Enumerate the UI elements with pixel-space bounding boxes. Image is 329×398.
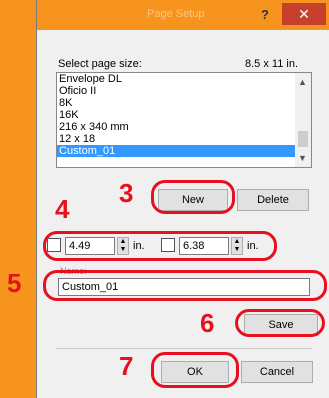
height-stepper[interactable]: ▲ ▼ <box>231 237 243 255</box>
width-stepper[interactable]: ▲ ▼ <box>117 237 129 255</box>
select-page-size-label: Select page size: <box>58 58 142 70</box>
help-icon[interactable]: ? <box>255 5 275 25</box>
list-item[interactable]: Oficio II <box>57 85 295 97</box>
title-bar: Page Setup ? ✕ <box>37 0 329 30</box>
current-size-value: 8.5 x 11 in. <box>245 58 298 70</box>
close-icon[interactable]: ✕ <box>282 3 326 25</box>
height-arrow-icon <box>161 238 175 252</box>
chevron-down-icon[interactable]: ▼ <box>298 153 307 163</box>
width-unit: in. <box>133 240 145 252</box>
callout-6: 6 <box>200 308 215 338</box>
list-item[interactable]: 216 x 340 mm <box>57 121 295 133</box>
list-item[interactable]: 16K <box>57 109 295 121</box>
width-field[interactable]: 4.49 <box>65 237 115 255</box>
cancel-button[interactable]: Cancel <box>241 361 313 383</box>
height-unit: in. <box>247 240 259 252</box>
callout-3: 3 <box>119 178 134 208</box>
scroll-thumb[interactable] <box>298 131 308 147</box>
page-setup-dialog: Page Setup ? ✕ Select page size: 8.5 x 1… <box>7 0 329 398</box>
callout-new-highlight <box>151 180 235 214</box>
callout-name-highlight <box>43 270 327 301</box>
page-size-list[interactable]: Envelope DL Oficio II 8K 16K 216 x 340 m… <box>56 72 312 168</box>
background-strip <box>0 0 36 398</box>
list-scrollbar[interactable]: ▲ ▼ <box>295 73 311 167</box>
width-arrow-icon <box>47 238 61 252</box>
callout-7: 7 <box>119 351 134 381</box>
callout-5: 5 <box>7 268 22 298</box>
callout-save-highlight <box>235 309 325 337</box>
callout-ok-highlight <box>151 352 239 388</box>
window-title: Page Setup <box>147 8 205 20</box>
list-item-selected[interactable]: Custom_01 <box>57 145 295 157</box>
dialog-body: Select page size: 8.5 x 11 in. Envelope … <box>7 30 329 398</box>
divider <box>56 348 312 349</box>
height-field[interactable]: 6.38 <box>179 237 229 255</box>
callout-4: 4 <box>55 194 70 224</box>
list-item[interactable]: 8K <box>57 97 295 109</box>
delete-button[interactable]: Delete <box>237 189 309 211</box>
list-item[interactable]: 12 x 18 <box>57 133 295 145</box>
chevron-up-icon[interactable]: ▲ <box>298 77 307 87</box>
list-item[interactable]: Envelope DL <box>57 73 295 85</box>
